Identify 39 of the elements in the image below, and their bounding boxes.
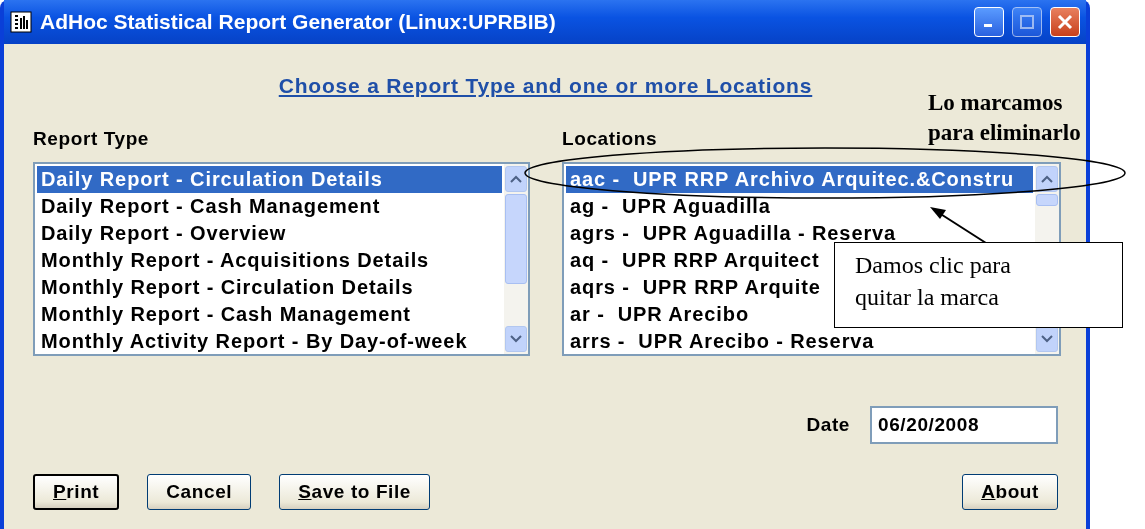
window-title: AdHoc Statistical Report Generator (Linux:UPRBIB) bbox=[40, 10, 557, 34]
list-item[interactable]: Daily Report - Overview bbox=[37, 220, 502, 247]
instruction-link[interactable]: Choose a Report Type and one or more Locations bbox=[278, 74, 813, 108]
annotation-note: para eliminarlo bbox=[928, 119, 1081, 147]
list-item[interactable]: arrs - UPR Arecibo - Reserva bbox=[566, 328, 1033, 354]
list-item[interactable]: Monthly Activity Report - By Day-of-week bbox=[37, 328, 502, 354]
dialog-button[interactable]: About bbox=[962, 474, 1058, 510]
scroll-down-icon[interactable] bbox=[510, 335, 522, 343]
list-item[interactable]: aac - UPR RRP Archivo Arquitec.&Constru bbox=[566, 166, 1033, 193]
maximize-icon[interactable] bbox=[1019, 14, 1035, 30]
list-item[interactable]: Daily Report - Circulation Details bbox=[37, 166, 502, 193]
scroll-thumb[interactable] bbox=[1036, 194, 1058, 206]
maximize-button[interactable] bbox=[1012, 7, 1042, 37]
date-field[interactable]: 06/20/2008 bbox=[870, 406, 1058, 444]
app-icon bbox=[10, 11, 32, 33]
list-item[interactable]: Monthly Report - Cash Management bbox=[37, 301, 502, 328]
scrollbar[interactable] bbox=[504, 164, 528, 354]
callout-text: Damos clic para bbox=[855, 251, 1012, 280]
scroll-up-icon[interactable] bbox=[510, 175, 522, 183]
list-label: Locations bbox=[562, 128, 658, 150]
scroll-thumb[interactable] bbox=[505, 194, 527, 284]
list-item[interactable]: agrs - UPR Aguadilla - Reserva bbox=[566, 220, 1033, 247]
list-box[interactable] bbox=[33, 162, 530, 356]
date-label: Date bbox=[806, 414, 850, 436]
list-item[interactable]: Monthly Report - Circulation Details bbox=[37, 274, 502, 301]
callout-text: quitar la marca bbox=[855, 283, 1000, 312]
close-icon[interactable] bbox=[1057, 14, 1073, 30]
list-label: Report Type bbox=[33, 128, 150, 150]
dialog-button[interactable]: Cancel bbox=[147, 474, 252, 510]
annotation-note: Lo marcamos bbox=[928, 89, 1064, 117]
dialog-button[interactable]: Print bbox=[33, 474, 120, 510]
close-button[interactable] bbox=[1050, 7, 1080, 37]
scroll-up-icon[interactable] bbox=[1041, 175, 1053, 183]
list-item[interactable]: Monthly Report - Acquisitions Details bbox=[37, 247, 502, 274]
list-item[interactable]: ag - UPR Aguadilla bbox=[566, 193, 1033, 220]
minimize-button[interactable] bbox=[974, 7, 1004, 37]
scroll-down-icon[interactable] bbox=[1041, 335, 1053, 343]
list-item[interactable]: Daily Report - Cash Management bbox=[37, 193, 502, 220]
dialog-button[interactable]: Save to File bbox=[279, 474, 431, 510]
